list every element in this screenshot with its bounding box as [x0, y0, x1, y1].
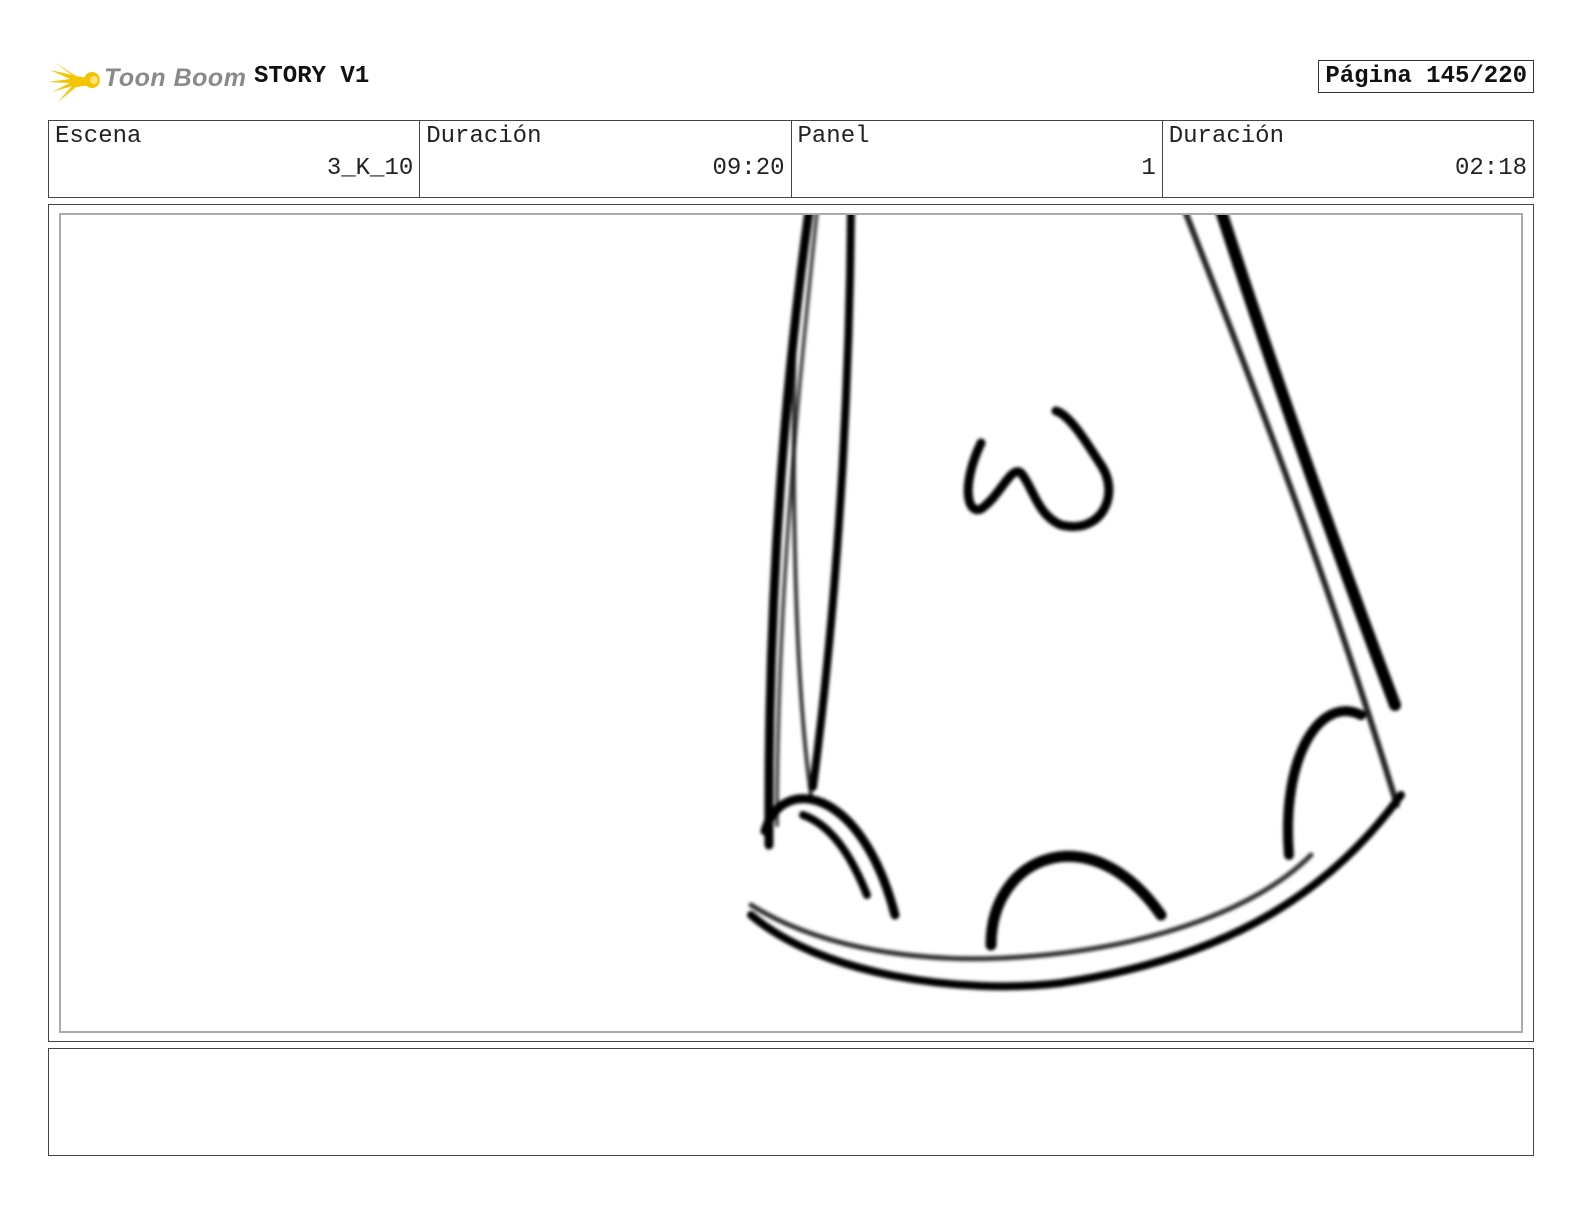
toon-boom-logo: Toon Boom — [48, 56, 248, 104]
panel-cell: Panel 1 — [792, 121, 1163, 197]
sketch-stroke-toe-right — [1283, 706, 1366, 860]
scene-value: 3_K_10 — [326, 155, 414, 182]
sketch-stroke-toe-left — [760, 794, 900, 920]
sketch-stroke-right-1 — [1215, 215, 1401, 711]
scene-duration-value: 09:20 — [712, 155, 785, 182]
page-header: Toon Boom STORY V1 Página 145/220 — [48, 56, 1534, 104]
scene-label: Escena — [55, 123, 142, 150]
panel-frame — [48, 204, 1534, 1042]
sketch-drawing — [747, 215, 1405, 991]
panel-duration-label: Duración — [1168, 123, 1284, 150]
sketch-stroke-w-mark — [963, 406, 1114, 531]
notes-box — [48, 1048, 1534, 1156]
panel-duration-value: 02:18 — [1454, 155, 1527, 182]
panel-value: 1 — [1141, 155, 1156, 182]
scene-cell: Escena 3_K_10 — [49, 121, 421, 197]
sketch-stroke-toe-middle — [985, 851, 1167, 951]
toon-boom-star-icon — [48, 62, 100, 102]
scene-duration-label: Duración — [426, 123, 542, 150]
panel-label: Panel — [797, 123, 870, 150]
panel-drawing-area — [59, 213, 1523, 1033]
project-title: STORY V1 — [254, 63, 370, 90]
scene-duration-cell: Duración 09:20 — [420, 121, 792, 197]
panel-info-row: Escena 3_K_10 Duración 09:20 Panel 1 Dur… — [48, 120, 1534, 198]
panel-duration-cell: Duración 02:18 — [1163, 121, 1533, 197]
logo-text: Toon Boom — [104, 64, 247, 92]
sketch-stroke-left-inner — [809, 215, 855, 791]
page-number-box: Página 145/220 — [1318, 60, 1534, 93]
